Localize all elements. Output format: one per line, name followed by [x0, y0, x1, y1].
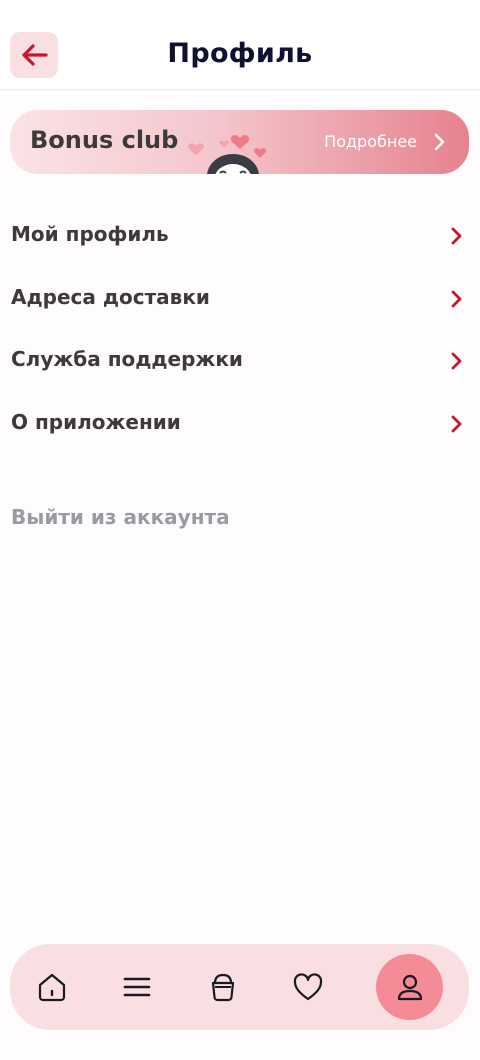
- chevron-right-icon: [434, 133, 445, 151]
- menu-item-label: Адреса доставки: [11, 284, 210, 309]
- menu-item-delivery-addresses[interactable]: Адреса доставки: [0, 267, 480, 330]
- profile-icon: [397, 974, 423, 1001]
- logout-button[interactable]: Выйти из аккаунта: [11, 505, 230, 529]
- heart-icon: [293, 973, 323, 1001]
- tab-catalog[interactable]: [102, 944, 172, 1030]
- menu-item-label: О приложении: [11, 409, 181, 434]
- tab-home[interactable]: [17, 944, 87, 1030]
- page-title: Профиль: [167, 38, 313, 69]
- menu-item-label: Служба поддержки: [11, 347, 243, 371]
- menu-item-support[interactable]: Служба поддержки: [0, 329, 480, 392]
- home-icon: [38, 973, 66, 1002]
- chevron-right-icon: [451, 415, 462, 432]
- chevron-right-icon: [451, 290, 462, 307]
- tab-favorites[interactable]: [273, 944, 343, 1030]
- menu-item-about-app[interactable]: О приложении: [0, 392, 480, 455]
- bonus-club-title: Bonus club: [30, 126, 179, 154]
- bag-icon: [211, 973, 235, 1002]
- tab-cart[interactable]: [188, 944, 258, 1030]
- chevron-right-icon: [451, 227, 462, 245]
- menu-icon: [123, 977, 151, 997]
- menu-item-my-profile[interactable]: Мой профиль: [0, 204, 480, 267]
- profile-menu: Мой профиль Адреса доставки Служба подде…: [0, 204, 480, 454]
- bonus-club-banner[interactable]: Bonus club Подробнее: [10, 110, 469, 174]
- tab-profile[interactable]: [375, 944, 445, 1030]
- menu-item-label: Мой профиль: [11, 222, 169, 246]
- bonus-more-link[interactable]: Подробнее: [324, 132, 417, 151]
- chevron-right-icon: [451, 352, 462, 370]
- bottom-tab-bar: [10, 944, 469, 1030]
- penguin-mascot-icon: [188, 135, 266, 174]
- header: Профиль: [0, 0, 480, 90]
